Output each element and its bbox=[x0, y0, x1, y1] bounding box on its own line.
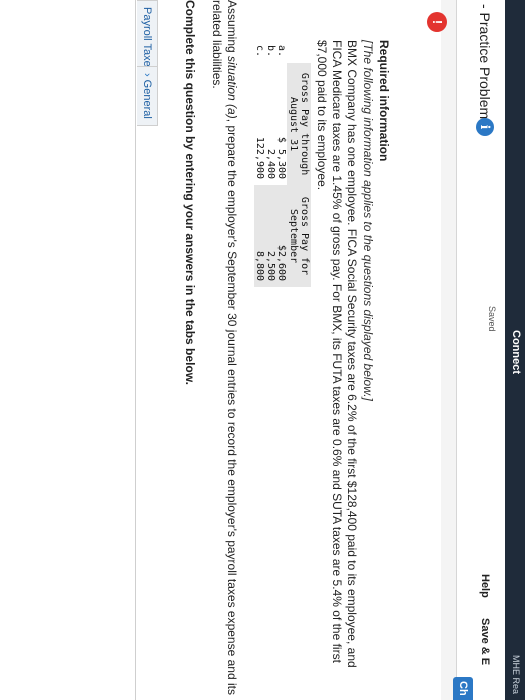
save-exit-button[interactable]: Save & E bbox=[479, 618, 491, 665]
gross-pay-through-value: 122,900 bbox=[254, 136, 265, 180]
header: - Practice Problem i Saved Help Save & E… bbox=[453, 0, 505, 700]
rotated-page: Connect MHE Rea - Practice Problem i Sav… bbox=[0, 0, 525, 700]
gross-pay-through-value: $ 5,300 bbox=[276, 136, 287, 180]
header-gross-pay-through: Gross Pay through August 31 bbox=[287, 63, 311, 186]
check-button[interactable]: Ch bbox=[453, 677, 473, 700]
table-row: b. 2,400 2,500 bbox=[265, 45, 276, 288]
answer-tabs: Payroll Taxes ›General bbox=[135, 0, 160, 700]
instruction-text: Complete this question by entering your … bbox=[183, 0, 197, 385]
top-bar: Connect MHE Rea bbox=[505, 0, 525, 700]
required-info-note: [The following information applies to th… bbox=[361, 40, 375, 401]
row-label: b. bbox=[265, 45, 276, 58]
alert-icon: ! bbox=[427, 12, 447, 32]
question-text: Assuming situation (a), prepare the empl… bbox=[210, 0, 239, 695]
table-row: a. $ 5,300 $2,600 bbox=[276, 45, 287, 288]
header-gross-pay-september: Gross Pay for September bbox=[287, 185, 311, 288]
info-icon[interactable]: i bbox=[476, 118, 494, 136]
gross-pay-september-value: 2,500 bbox=[265, 185, 276, 288]
gross-pay-september-value: 8,800 bbox=[254, 185, 265, 288]
mhe-link[interactable]: MHE Rea bbox=[511, 655, 521, 694]
row-label: a. bbox=[276, 45, 287, 58]
tab-general[interactable]: ›General bbox=[137, 66, 158, 126]
brand-label: Connect bbox=[510, 330, 522, 374]
chevron-right-icon: › bbox=[141, 73, 153, 77]
page-title: - Practice Problem bbox=[477, 4, 493, 120]
problem-description: BMX Company has one employee. FICA Socia… bbox=[315, 40, 359, 668]
gross-pay-through-value: 2,400 bbox=[265, 148, 276, 180]
gross-pay-september-value: $2,600 bbox=[276, 185, 287, 288]
help-button[interactable]: Help bbox=[479, 574, 491, 598]
row-label: c. bbox=[254, 45, 265, 58]
problem-content: Required information [The following info… bbox=[0, 0, 441, 700]
required-info-title: Required information bbox=[377, 40, 391, 162]
table-row: c. 122,900 8,800 bbox=[254, 45, 265, 288]
saved-status: Saved bbox=[487, 306, 497, 332]
gross-pay-table: Gross Pay through August 31 Gross Pay fo… bbox=[254, 45, 311, 288]
